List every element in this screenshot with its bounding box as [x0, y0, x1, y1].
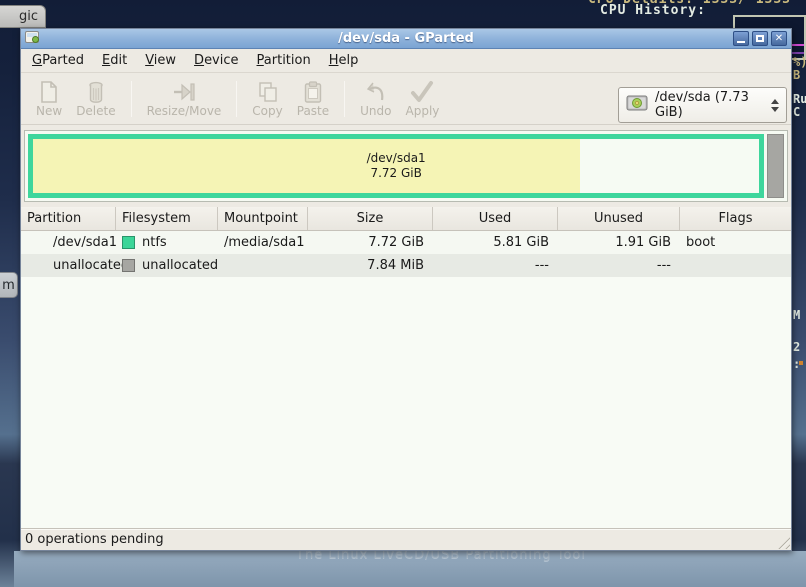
copy-button[interactable]: Copy	[245, 78, 289, 119]
column-header-mountpoint: Mountpoint	[218, 207, 308, 230]
apply-icon	[409, 79, 435, 104]
unallocated-strip[interactable]	[767, 134, 784, 198]
maximize-button[interactable]	[752, 31, 768, 46]
partition-box[interactable]: /dev/sda1 7.72 GiB	[28, 134, 764, 198]
background-window-tab-gic[interactable]: gic	[0, 5, 46, 28]
filesystem-swatch	[122, 259, 135, 272]
cell-flags	[680, 254, 791, 277]
close-button[interactable]: ✕	[771, 31, 787, 46]
undo-button[interactable]: Undo	[353, 78, 398, 119]
cell-flags: boot	[680, 231, 791, 254]
resize-move-button[interactable]: Resize/Move	[140, 78, 229, 119]
delete-icon	[84, 79, 108, 104]
apply-button[interactable]: Apply	[399, 78, 447, 119]
partition-size: 7.72 GiB	[370, 166, 421, 181]
pending-operations-status: 0 operations pending	[21, 532, 164, 547]
desktop-text-fragment: M	[793, 308, 800, 322]
menu-gparted[interactable]: GParted	[23, 51, 93, 70]
table-header: Partition Filesystem Mountpoint Size Use…	[21, 207, 791, 231]
background-window-tab-m[interactable]: m	[0, 272, 18, 298]
undo-icon	[364, 79, 388, 104]
paste-button[interactable]: Paste	[290, 78, 336, 119]
cell-used: 5.81 GiB	[433, 231, 558, 254]
cell-filesystem: ntfs	[116, 231, 218, 254]
cell-unused: ---	[558, 254, 680, 277]
paste-icon	[302, 79, 324, 104]
disk-graphic-area: /dev/sda1 7.72 GiB	[21, 125, 791, 207]
resize-grip[interactable]	[775, 534, 790, 549]
cell-filesystem: unallocated	[116, 254, 218, 277]
column-header-flags: Flags	[680, 207, 791, 230]
close-icon: ✕	[775, 34, 783, 44]
cell-partition: unallocated	[21, 254, 116, 277]
desktop-text-fragment: 2	[793, 340, 800, 354]
filesystem-swatch	[122, 236, 135, 249]
toolbar-separator	[236, 81, 237, 117]
column-header-filesystem: Filesystem	[116, 207, 218, 230]
desktop-text-fragment: B	[793, 68, 800, 82]
desktop-bottom-strip: The Linux LiveCD/USB Partitioning Tool	[14, 551, 806, 587]
device-selector[interactable]: /dev/sda (7.73 GiB)	[618, 87, 787, 123]
menu-bar: GParted Edit View Device Partition Help	[21, 49, 791, 73]
minimize-button[interactable]	[733, 31, 749, 46]
new-button[interactable]: New	[29, 78, 69, 119]
partition-box-label: /dev/sda1 7.72 GiB	[33, 139, 759, 193]
toolbar-separator	[344, 81, 345, 117]
table-row[interactable]: unallocated unallocated 7.84 MiB --- ---	[21, 254, 791, 277]
new-partition-icon	[38, 79, 60, 104]
device-selector-value: /dev/sda (7.73 GiB)	[655, 90, 768, 120]
cell-used: ---	[433, 254, 558, 277]
cell-mountpoint	[218, 254, 308, 277]
table-row[interactable]: /dev/sda1 ntfs /media/sda1 7.72 GiB 5.81…	[21, 231, 791, 254]
minimize-icon	[737, 41, 745, 43]
cpu-history-label: CPU History:	[600, 3, 706, 18]
partition-name: /dev/sda1	[367, 151, 426, 166]
cell-size: 7.72 GiB	[308, 231, 433, 254]
title-bar[interactable]: /dev/sda - GParted ✕	[21, 29, 791, 49]
menu-partition[interactable]: Partition	[248, 51, 320, 70]
cell-size: 7.84 MiB	[308, 254, 433, 277]
disk-graphic-frame: /dev/sda1 7.72 GiB	[24, 130, 788, 202]
menu-device[interactable]: Device	[185, 51, 247, 70]
column-header-partition: Partition	[21, 207, 116, 230]
desktop: CPU Details: 1333/ 1333 CPU History: gic…	[0, 0, 806, 587]
cell-unused: 1.91 GiB	[558, 231, 680, 254]
menu-help[interactable]: Help	[320, 51, 368, 70]
desktop-indicator-dot	[799, 361, 803, 365]
menu-view[interactable]: View	[136, 51, 185, 70]
maximize-icon	[756, 35, 764, 42]
desktop-text-fragment: %)	[793, 55, 806, 69]
toolbar: New Delete Resize/Move Copy	[21, 73, 791, 125]
column-header-used: Used	[433, 207, 558, 230]
cell-mountpoint: /media/sda1	[218, 231, 308, 254]
partition-list-empty-area	[21, 277, 791, 528]
window-title: /dev/sda - GParted	[21, 31, 791, 46]
cell-partition: /dev/sda1	[21, 231, 116, 254]
menu-edit[interactable]: Edit	[93, 51, 136, 70]
desktop-text-fragment: Ru	[793, 92, 806, 106]
copy-icon	[256, 79, 280, 104]
gparted-window: /dev/sda - GParted ✕ GParted Edit View D…	[20, 28, 792, 551]
column-header-unused: Unused	[558, 207, 680, 230]
status-bar: 0 operations pending	[21, 528, 791, 550]
delete-button[interactable]: Delete	[69, 78, 122, 119]
chevron-up-icon	[771, 99, 779, 104]
chevron-down-icon	[771, 107, 779, 112]
device-selector-stepper[interactable]	[768, 99, 782, 112]
toolbar-separator	[131, 81, 132, 117]
desktop-text-fragment: C	[793, 105, 800, 119]
resize-move-icon	[171, 79, 197, 104]
hard-drive-icon	[626, 93, 648, 117]
column-header-size: Size	[308, 207, 433, 230]
